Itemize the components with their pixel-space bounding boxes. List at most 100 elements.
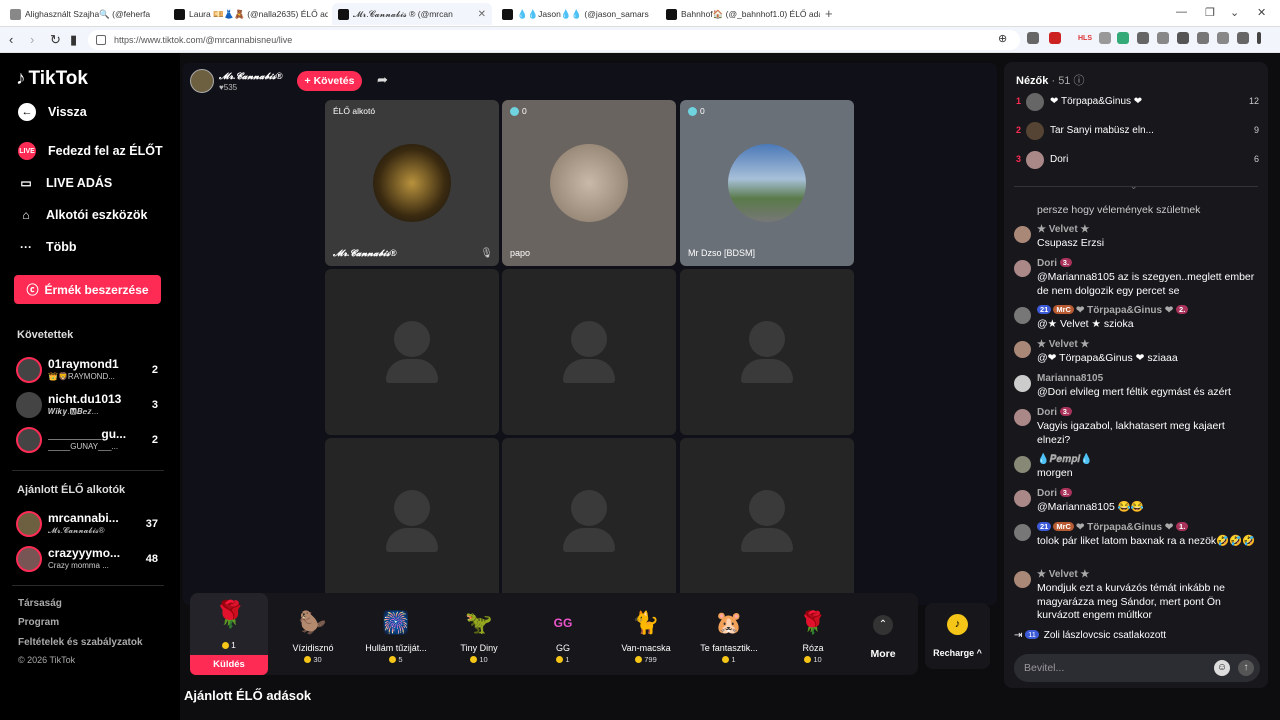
info-icon[interactable]: ⓘ [1074,75,1085,87]
url-field[interactable]: https://www.tiktok.com/@mrcannabisneu/li… [88,30,1020,50]
nav-creator-tools[interactable]: ⌂ Alkotói eszközök [18,207,147,223]
browser-tab-active[interactable]: 𝓜𝓻.𝓒𝓪𝓷𝓷𝓪𝓫𝓲𝓼 ® (@mrcan ✕ [332,3,492,25]
shield-icon[interactable] [1027,32,1039,44]
following-account[interactable]: ________gu... _____GUNAY___... 2 [16,425,166,455]
avatar [1026,122,1044,140]
empty-guest-slot[interactable] [325,269,499,435]
empty-guest-slot[interactable] [502,438,676,604]
rank-badge: 3. [1059,488,1073,497]
gift-item[interactable]: 🎆 Hullám tűziját... 5 [357,593,435,669]
reload-icon[interactable]: ↻ [50,32,61,48]
guest-cell[interactable]: 0 papo [502,100,676,266]
get-coins-button[interactable]: ⓒ Érmék beszerzése [14,275,161,304]
restore-icon[interactable]: ❐ [1205,6,1215,19]
guest-cell-host[interactable]: ÉLŐ alkotó 𝓜𝓻.𝓒𝓪𝓷𝓷𝓪𝓫𝓲𝓼® 🎙 [325,100,499,266]
wallet-icon[interactable] [1197,32,1209,44]
top-viewer[interactable]: 2 Tar Sanyi mabüsz eln... 9 [1016,121,1259,141]
address-bar: ‹ › ↻ ▮ https://www.tiktok.com/@mrcannab… [0,27,1280,53]
browser-tab-bar: Alighasznált Szajha🔍 (@feherfa Laura 💴👗🧸… [0,0,1280,27]
chat-input[interactable]: Bevitel... ☺ ↑ [1014,654,1260,682]
sync-icon[interactable] [1157,32,1169,44]
follow-button[interactable]: + Követés [297,71,362,91]
divider [12,470,164,471]
recharge-button[interactable]: ♪ Recharge ^ [925,603,990,669]
share-icon[interactable]: ➦ [377,72,388,88]
empty-guest-slot[interactable] [680,269,854,435]
star-icon[interactable] [1217,32,1229,44]
back-arrow-icon[interactable]: ‹ [9,32,13,47]
host-name[interactable]: 𝓜𝓻.𝓒𝓪𝓷𝓷𝓪𝓫𝓲𝓼® [219,71,283,82]
nav-more[interactable]: ··· Több [18,239,77,255]
tab-favicon-icon [10,8,21,20]
new-tab-icon[interactable]: + [825,6,833,21]
empty-guest-slot[interactable] [325,438,499,604]
gift-item[interactable]: 🦫 Vízidisznó 30 [274,593,352,669]
window-down-icon[interactable]: ⌄ [1230,6,1239,19]
nav-live-broadcast[interactable]: ▭ LIVE ADÁS [18,175,112,191]
sidebar-icon[interactable] [1177,32,1189,44]
gift-item[interactable]: 🐈 Van-macska 799 [607,593,685,669]
forward-arrow-icon[interactable]: › [30,32,34,47]
vpn-icon[interactable] [1237,32,1249,44]
menu-icon[interactable] [1257,32,1261,44]
extension-icon[interactable] [1099,32,1111,44]
footer-link[interactable]: Társaság [18,598,62,609]
avatar [16,357,42,383]
join-notice: ⇥ 11 Zoli lászlovcsic csatlakozott [1014,630,1167,641]
top-viewer[interactable]: 1 ❤ Törpapa&Ginus ❤ 12 [1016,92,1259,112]
browser-tab[interactable]: Bahnhof🏠 (@_bahnhof1.0) ÉLŐ adá [660,3,820,25]
gift-item[interactable]: GG GG 1 [524,593,602,669]
tiktok-favicon-icon [502,8,513,20]
bookmark-icon[interactable]: ▮ [70,32,77,48]
puzzle-icon[interactable] [1137,32,1149,44]
triangle-icon[interactable] [1049,32,1061,44]
host-avatar[interactable] [190,69,214,93]
divider [12,585,164,586]
footer-link[interactable]: Program [18,617,59,628]
minimize-icon[interactable]: — [1176,6,1187,18]
top-viewer[interactable]: 3 Dori 6 [1016,150,1259,170]
zoom-icon[interactable]: ⊕ [998,32,1007,45]
selected-gift[interactable]: 🌹 1 Küldés [190,593,268,675]
footer-link[interactable]: Feltételek és szabályzatok [18,637,143,648]
empty-guest-slot[interactable] [680,438,854,604]
avatar [1014,375,1031,392]
tiktok-favicon-icon [338,8,349,20]
guest-cell[interactable]: 0 Mr Dzso [BDSM] [680,100,854,266]
chevron-down-icon[interactable]: ⌄ [1130,181,1138,192]
following-account[interactable]: 01raymond1 👑🦁RAYMOND... 2 [16,355,166,385]
recommended-account[interactable]: mrcannabi... 𝓜𝓻.𝓒𝓪𝓷𝓷𝓪𝓫𝓲𝓼® 37 [16,509,166,539]
enter-icon: ⇥ [1014,630,1023,641]
emoji-icon[interactable]: ☺ [1214,660,1230,676]
browser-tab[interactable]: Alighasznált Szajha🔍 (@feherfa [4,3,164,25]
send-arrow-icon[interactable]: ↑ [1238,660,1254,676]
viewers-header[interactable]: Nézők · 51 ⓘ [1016,72,1085,88]
window-close-icon[interactable]: ✕ [1257,6,1266,19]
recommended-account[interactable]: crazyyymo... Crazy momma ... 48 [16,544,166,574]
browser-tab[interactable]: Laura 💴👗🧸 (@nalla2635) ÉLŐ adá [168,3,328,25]
chat-panel: Nézők · 51 ⓘ 1 ❤ Törpapa&Ginus ❤ 12 2 Tar S… [1004,62,1268,688]
arrow-left-icon: ← [18,103,36,121]
hls-extension[interactable]: HLS [1078,35,1092,42]
empty-guest-slot[interactable] [502,269,676,435]
more-gifts-button[interactable]: ⌃ More [848,593,918,669]
gift-item[interactable]: 🌹 Róza 10 [774,593,852,669]
nav-discover-live[interactable]: LIVE Fedezd fel az ÉLŐT [18,142,163,160]
person-placeholder-icon [749,321,785,357]
site-info-icon[interactable] [96,35,106,45]
back-link[interactable]: ← Vissza [18,103,87,121]
coin-icon: ⓒ [26,283,39,297]
send-gift-button[interactable]: Küldés [190,655,268,675]
extension-icon[interactable] [1117,32,1129,44]
gift-item[interactable]: 🐹 Te fantasztik... 1 [690,593,768,669]
tiktok-logo[interactable]: ♪ TikTok [16,68,88,90]
avatar [1026,151,1044,169]
following-account[interactable]: nicht.du1013 𝑾𝒊𝒌𝒚.🅼𝑩𝒆𝒛... 3 [16,390,166,420]
close-tab-icon[interactable]: ✕ [478,9,486,20]
browser-tab[interactable]: 💧💧Jason💧💧 (@jason_samars [496,3,656,25]
left-sidebar: ♪ TikTok ← Vissza LIVE Fedezd fel az ÉLŐT ▭… [0,53,180,720]
rank-badge: 1. [1176,522,1189,531]
tiktok-coin-icon: ♪ [947,614,968,635]
diamond-icon [688,106,697,116]
gift-item[interactable]: 🦖 Tiny Diny 10 [440,593,518,669]
